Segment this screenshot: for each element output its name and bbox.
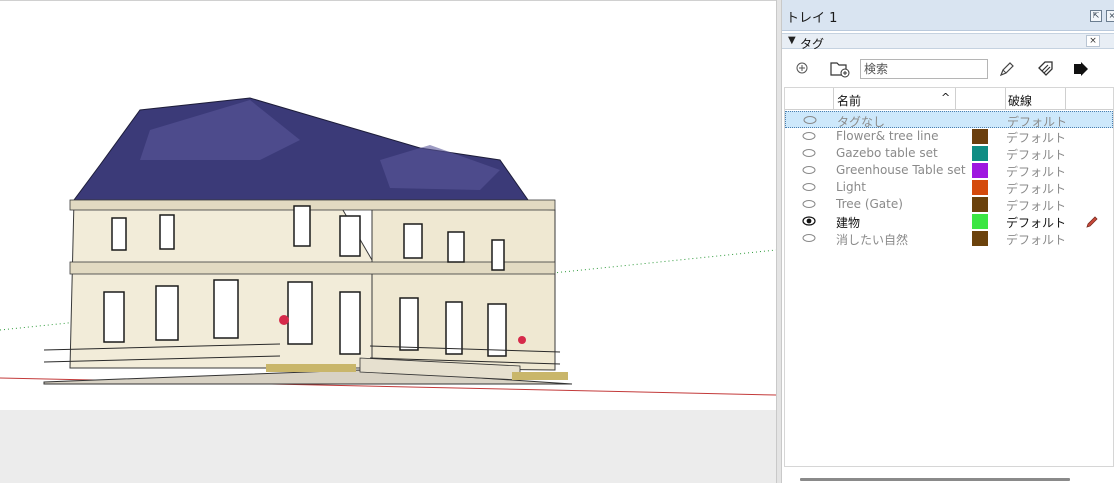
tag-dash-style[interactable]: デフォルト: [1006, 180, 1066, 197]
eye-hidden-icon[interactable]: [802, 199, 816, 209]
tag-row[interactable]: Greenhouse Table set デフォルト: [785, 162, 1113, 179]
eye-hidden-icon[interactable]: [802, 233, 816, 243]
tag-name[interactable]: 建物: [836, 214, 860, 231]
add-tag-icon[interactable]: [796, 62, 808, 74]
tray-title: トレイ 1: [786, 11, 838, 26]
tag-name[interactable]: Gazebo table set: [836, 146, 938, 160]
tag-row[interactable]: タグなし デフォルト: [785, 111, 1113, 129]
tag-row[interactable]: Flower& tree line デフォルト: [785, 128, 1113, 145]
collapse-arrow-icon[interactable]: ▼: [788, 35, 796, 46]
tag-dash-style[interactable]: デフォルト: [1006, 163, 1066, 180]
eye-hidden-icon[interactable]: [802, 182, 816, 192]
tag-name[interactable]: Greenhouse Table set: [836, 163, 966, 177]
tags-panel-header[interactable]: ▼ タグ ×: [782, 33, 1114, 51]
tag-dash-style[interactable]: デフォルト: [1006, 129, 1066, 146]
tray-close-icon[interactable]: ×: [1106, 10, 1114, 22]
tags-table: 名前 ^ 破線 タグなし デフォルト Flower& tree line デフォルト G…: [784, 87, 1114, 467]
tag-name[interactable]: Light: [836, 180, 866, 194]
tag-color-swatch[interactable]: [972, 129, 988, 144]
horizontal-scrollbar[interactable]: [800, 478, 1070, 481]
add-folder-icon[interactable]: [830, 60, 850, 78]
eye-hidden-icon[interactable]: [802, 148, 816, 158]
search-input[interactable]: [860, 59, 988, 79]
eye-hidden-icon[interactable]: [802, 131, 816, 141]
tag-row[interactable]: 建物 デフォルト: [785, 213, 1113, 230]
tag-name[interactable]: Flower& tree line: [836, 129, 939, 143]
tag-row[interactable]: Light デフォルト: [785, 179, 1113, 196]
column-header-name[interactable]: 名前: [837, 92, 861, 109]
tag-row[interactable]: 消したい自然 デフォルト: [785, 230, 1113, 247]
tag-name[interactable]: 消したい自然: [836, 231, 908, 248]
pin-icon[interactable]: ⇱: [1090, 10, 1102, 22]
model-viewport[interactable]: [0, 0, 776, 483]
tag-color-swatch[interactable]: [972, 231, 988, 246]
eye-visible-icon[interactable]: [802, 216, 816, 226]
panel-close-icon[interactable]: ×: [1086, 35, 1100, 47]
tag-dash-style[interactable]: デフォルト: [1006, 214, 1066, 231]
tray-titlebar[interactable]: トレイ 1 ⇱ ×: [782, 0, 1114, 31]
tag-color-swatch[interactable]: [972, 163, 988, 178]
tag-dash-style[interactable]: デフォルト: [1006, 197, 1066, 214]
building-model: [0, 97, 776, 396]
tag-dash-style[interactable]: デフォルト: [1006, 231, 1066, 248]
tag-color-swatch[interactable]: [972, 214, 988, 229]
column-header-dash[interactable]: 破線: [1008, 92, 1032, 109]
tags-toolbar: [782, 50, 1114, 86]
paint-by-tag-icon[interactable]: [998, 60, 1016, 78]
sort-ascending-icon: ^: [941, 91, 951, 104]
tag-name[interactable]: Tree (Gate): [836, 197, 903, 211]
purge-tags-icon[interactable]: [1036, 59, 1056, 79]
table-header: 名前 ^ 破線: [785, 88, 1113, 110]
eye-hidden-icon[interactable]: [802, 165, 816, 175]
active-tag-pencil-icon: [1086, 216, 1098, 228]
eye-hidden-icon[interactable]: [803, 115, 817, 125]
tag-color-swatch[interactable]: [972, 197, 988, 212]
tag-color-swatch[interactable]: [972, 146, 988, 161]
tray-panel: トレイ 1 ⇱ × ▼ タグ × 検索 名前 ^ 破線 タグなし デフォルト F…: [782, 0, 1114, 483]
details-icon[interactable]: [1072, 60, 1090, 78]
tag-color-swatch[interactable]: [972, 180, 988, 195]
tag-row[interactable]: Gazebo table set デフォルト: [785, 145, 1113, 162]
tag-dash-style[interactable]: デフォルト: [1006, 146, 1066, 163]
tag-row[interactable]: Tree (Gate) デフォルト: [785, 196, 1113, 213]
